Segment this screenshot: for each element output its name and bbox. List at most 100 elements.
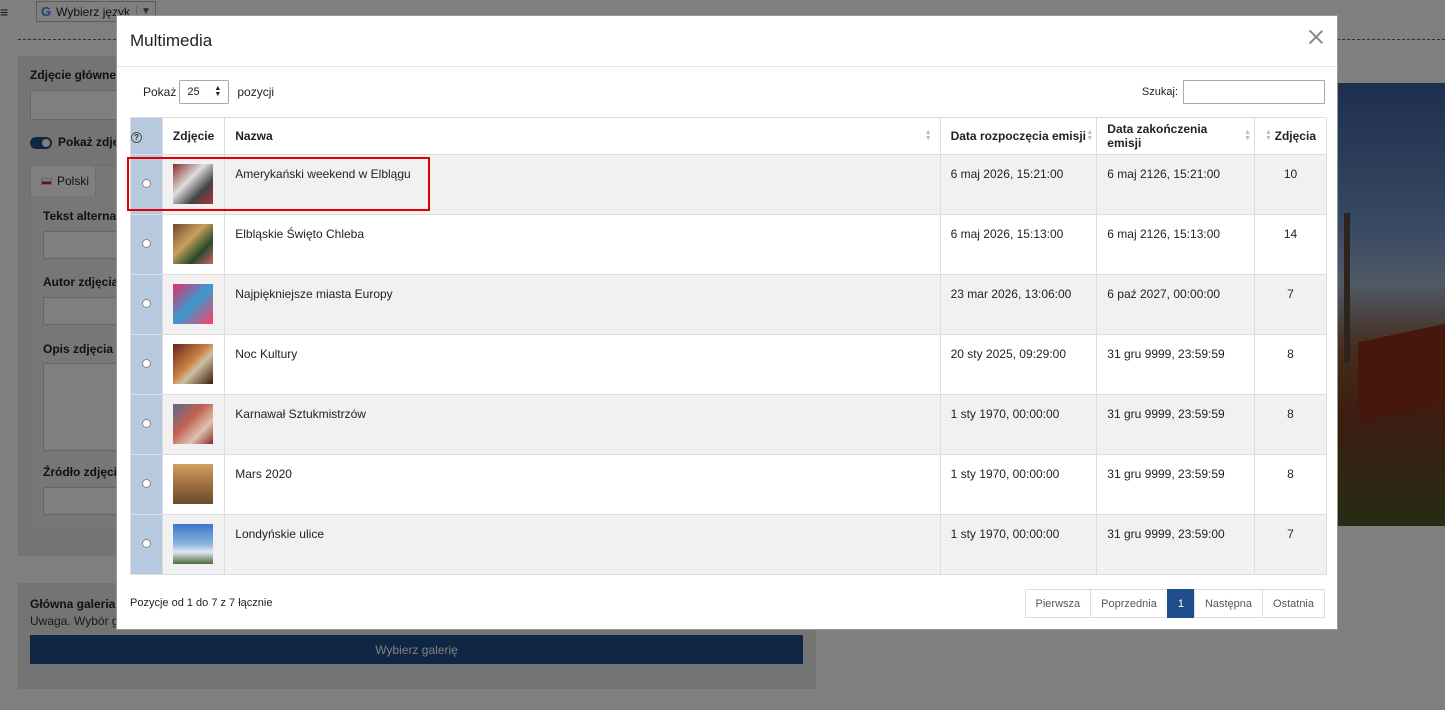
thumbnail-image <box>172 344 213 384</box>
page-length-value: 25 <box>187 86 200 98</box>
table-header-row: ? Zdjęcie Nazwa ▲ ▼ Data rozpoczęcia emisj… <box>130 117 1327 155</box>
row-radio[interactable] <box>141 239 151 248</box>
row-radio[interactable] <box>141 419 151 428</box>
column-photo: Zdjęcie <box>161 117 226 155</box>
table-info: Pozycje od 1 do 7 z 7 łącznie <box>130 597 273 609</box>
thumbnail-cell <box>161 394 226 455</box>
thumbnail-cell <box>161 214 226 275</box>
column-help: ? <box>130 117 163 155</box>
column-start-date-label: Data rozpoczęcia emisji <box>950 129 1086 143</box>
close-icon[interactable] <box>1307 28 1325 46</box>
photos-count-cell: 8 <box>1254 454 1327 515</box>
column-name-label: Nazwa <box>235 129 273 143</box>
help-icon[interactable]: ? <box>131 132 142 143</box>
search-control: Szukaj: <box>1142 80 1325 104</box>
pagination-first[interactable]: Pierwsza <box>1024 589 1092 618</box>
row-radio[interactable] <box>141 359 151 368</box>
table-row[interactable]: Londyńskie ulice 1 sty 1970, 00:00:00 31… <box>130 514 1327 575</box>
row-select-cell <box>130 394 163 455</box>
pagination-last[interactable]: Ostatnia <box>1262 589 1325 618</box>
thumbnail-image <box>172 284 213 324</box>
search-label: Szukaj: <box>1141 86 1178 98</box>
thumbnail-cell <box>161 514 226 575</box>
name-cell: Mars 2020 <box>224 454 941 515</box>
modal-header: Multimedia <box>117 16 1337 67</box>
name-cell: Amerykański weekend w Elblągu <box>224 154 941 215</box>
start-date-cell: 6 maj 2026, 15:13:00 <box>939 214 1098 275</box>
multimedia-modal: Multimedia Pokaż 25 ▲ ▼ pozycji Szukaj: ?… <box>116 15 1338 630</box>
end-date-cell: 31 gru 9999, 23:59:59 <box>1096 454 1255 515</box>
thumbnail-cell <box>161 454 226 515</box>
table-row[interactable]: Najpiękniejsze miasta Europy 23 mar 2026… <box>130 274 1327 335</box>
table-row[interactable]: Noc Kultury 20 sty 2025, 09:29:00 31 gru… <box>130 334 1327 395</box>
column-photo-label: Zdjęcie <box>172 129 215 143</box>
end-date-cell: 6 maj 2126, 15:13:00 <box>1096 214 1255 275</box>
photos-count-cell: 7 <box>1254 274 1327 335</box>
column-name[interactable]: Nazwa ▲ ▼ <box>224 117 941 155</box>
table-row[interactable]: Karnawał Sztukmistrzów 1 sty 1970, 00:00… <box>130 394 1327 455</box>
thumbnail-image <box>172 164 213 204</box>
start-date-cell: 23 mar 2026, 13:06:00 <box>939 274 1098 335</box>
row-select-cell <box>130 334 163 395</box>
sort-icon: ▲ ▼ <box>924 129 932 142</box>
name-cell: Najpiękniejsze miasta Europy <box>224 274 941 335</box>
row-select-cell <box>130 154 163 215</box>
start-date-cell: 1 sty 1970, 00:00:00 <box>939 514 1098 575</box>
photos-count-cell: 8 <box>1254 334 1327 395</box>
table-row[interactable]: Mars 2020 1 sty 1970, 00:00:00 31 gru 99… <box>130 454 1327 515</box>
column-photos-count-label: Zdjęcia <box>1274 129 1316 143</box>
photos-count-cell: 7 <box>1254 514 1327 575</box>
select-arrows-icon: ▲ ▼ <box>214 85 222 98</box>
sort-icon: ▲ ▼ <box>1244 129 1251 142</box>
page-length-control: Pokaż 25 ▲ ▼ pozycji <box>143 80 274 104</box>
row-select-cell <box>130 214 163 275</box>
row-radio[interactable] <box>141 479 151 488</box>
start-date-cell: 1 sty 1970, 00:00:00 <box>939 394 1098 455</box>
pagination: Pierwsza Poprzednia 1 Następna Ostatnia <box>1024 589 1325 618</box>
thumbnail-image <box>172 224 213 264</box>
end-date-cell: 31 gru 9999, 23:59:59 <box>1096 334 1255 395</box>
start-date-cell: 20 sty 2025, 09:29:00 <box>939 334 1098 395</box>
name-cell: Elbląskie Święto Chleba <box>224 214 941 275</box>
pagination-page-current[interactable]: 1 <box>1166 589 1195 618</box>
row-select-cell <box>130 274 163 335</box>
search-input[interactable] <box>1183 80 1325 104</box>
row-radio[interactable] <box>141 539 151 548</box>
sort-icon: ▲ ▼ <box>1086 129 1094 142</box>
column-end-date[interactable]: Data zakończenia emisji ▲ ▼ <box>1096 117 1255 155</box>
thumbnail-cell <box>161 154 226 215</box>
thumbnail-image <box>172 404 213 444</box>
photos-count-cell: 8 <box>1254 394 1327 455</box>
thumbnail-cell <box>161 274 226 335</box>
sort-icon: ▲ ▼ <box>1265 129 1272 142</box>
row-radio[interactable] <box>141 299 151 308</box>
column-start-date[interactable]: Data rozpoczęcia emisji ▲ ▼ <box>939 117 1098 155</box>
photos-count-cell: 14 <box>1254 214 1327 275</box>
name-cell: Karnawał Sztukmistrzów <box>224 394 941 455</box>
start-date-cell: 1 sty 1970, 00:00:00 <box>939 454 1098 515</box>
column-end-date-label: Data zakończenia emisji <box>1107 122 1208 150</box>
row-select-cell <box>130 514 163 575</box>
thumbnail-cell <box>161 334 226 395</box>
name-cell: Londyńskie ulice <box>224 514 941 575</box>
name-cell: Noc Kultury <box>224 334 941 395</box>
pagination-next[interactable]: Następna <box>1193 589 1264 618</box>
end-date-cell: 31 gru 9999, 23:59:59 <box>1096 394 1255 455</box>
table-row[interactable]: Amerykański weekend w Elblągu 6 maj 2026… <box>130 154 1327 215</box>
entries-label: pozycji <box>237 85 275 99</box>
pagination-previous[interactable]: Poprzednia <box>1090 589 1168 618</box>
thumbnail-image <box>172 524 213 564</box>
thumbnail-image <box>172 464 213 504</box>
column-photos-count[interactable]: ▲ ▼ Zdjęcia <box>1254 117 1327 155</box>
end-date-cell: 31 gru 9999, 23:59:00 <box>1096 514 1255 575</box>
table-row[interactable]: Elbląskie Święto Chleba 6 maj 2026, 15:1… <box>130 214 1327 275</box>
page-length-select[interactable]: 25 ▲ ▼ <box>179 80 230 104</box>
end-date-cell: 6 maj 2126, 15:21:00 <box>1096 154 1255 215</box>
show-label: Pokaż <box>143 85 177 99</box>
modal-title: Multimedia <box>130 31 213 50</box>
start-date-cell: 6 maj 2026, 15:21:00 <box>939 154 1098 215</box>
row-select-cell <box>130 454 163 515</box>
photos-count-cell: 10 <box>1254 154 1327 215</box>
row-radio[interactable] <box>141 179 151 188</box>
end-date-cell: 6 paź 2027, 00:00:00 <box>1096 274 1255 335</box>
